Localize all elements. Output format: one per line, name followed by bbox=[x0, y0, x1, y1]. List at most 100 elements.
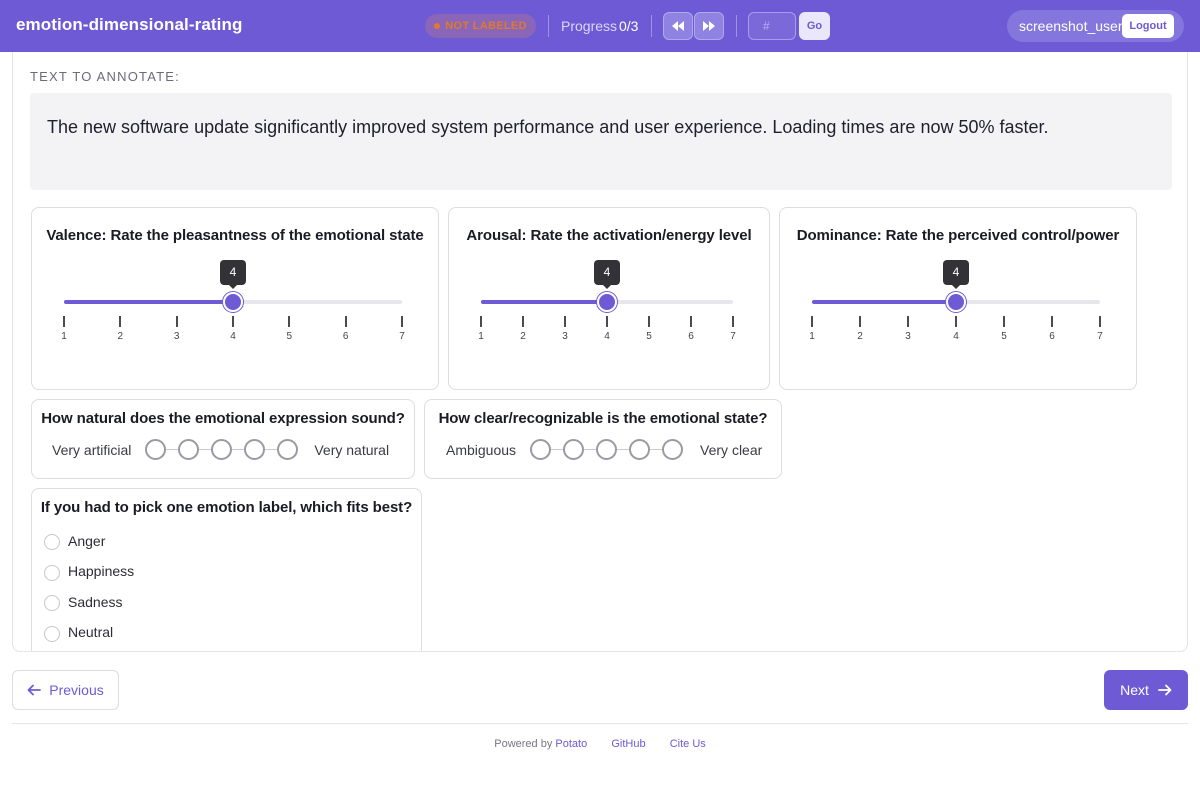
radio-label: Anger bbox=[68, 532, 106, 549]
dominance-title: Dominance: Rate the perceived control/po… bbox=[796, 227, 1120, 244]
naturalness-likert: Very artificial Very natural bbox=[52, 439, 389, 460]
slider-tick bbox=[119, 316, 122, 327]
status-badge: NOT LABELED bbox=[425, 14, 536, 38]
slider-value-tooltip: 4 bbox=[594, 260, 620, 289]
arousal-scheme: Arousal: Rate the activation/energy leve… bbox=[448, 207, 770, 390]
slider-fill bbox=[481, 300, 607, 304]
slider-tick bbox=[648, 316, 650, 327]
radio-circle[interactable] bbox=[44, 564, 60, 581]
likert-connector bbox=[166, 449, 179, 450]
logout-button[interactable]: Logout bbox=[1122, 14, 1174, 38]
slider-tick bbox=[480, 316, 482, 327]
likert-connector bbox=[265, 449, 278, 450]
emotion-label-scheme: If you had to pick one emotion label, wh… bbox=[31, 488, 422, 651]
slider-tick bbox=[564, 316, 566, 327]
slider-thumb[interactable] bbox=[946, 292, 966, 312]
radio-circle[interactable] bbox=[44, 595, 60, 611]
radio-circle[interactable] bbox=[44, 625, 60, 642]
likert-option-2[interactable] bbox=[563, 439, 585, 460]
likert-connector bbox=[232, 449, 245, 450]
github-link[interactable]: GitHub bbox=[611, 738, 645, 750]
text-section-label: TEXT TO ANNOTATE: bbox=[30, 69, 180, 84]
slider-value-tooltip: 4 bbox=[220, 260, 246, 289]
user-pill: screenshot_user Logout bbox=[1007, 10, 1184, 42]
arousal-title: Arousal: Rate the activation/energy leve… bbox=[466, 227, 752, 244]
arrow-left-icon bbox=[27, 684, 42, 696]
slider-tick bbox=[232, 316, 234, 327]
radio-option-happiness[interactable]: Happiness bbox=[44, 562, 134, 581]
slider-tick-label: 3 bbox=[562, 331, 568, 342]
slider-tick-label: 6 bbox=[1049, 331, 1055, 342]
slider-tick-label: 5 bbox=[286, 331, 293, 342]
clarity-scheme: How clear/recognizable is the emotional … bbox=[424, 399, 782, 479]
naturalness-scheme: How natural does the emotional expressio… bbox=[31, 399, 415, 479]
likert-min-label: Very artificial bbox=[52, 441, 132, 458]
likert-option-1[interactable] bbox=[530, 439, 552, 460]
slider-tick-label: 7 bbox=[730, 331, 736, 342]
radio-option-sadness[interactable]: Sadness bbox=[44, 592, 122, 611]
slider-tick bbox=[1099, 316, 1101, 327]
slider-tick-label: 2 bbox=[117, 331, 124, 342]
slider-thumb[interactable] bbox=[223, 292, 243, 312]
go-button[interactable]: Go bbox=[799, 12, 830, 40]
clarity-likert: Ambiguous Very clear bbox=[446, 439, 762, 460]
likert-option-3[interactable] bbox=[211, 439, 233, 460]
next-button[interactable]: Next bbox=[1104, 670, 1188, 710]
progress-value: 0/3 bbox=[619, 18, 639, 34]
slider-tick bbox=[344, 316, 347, 327]
radio-label: Neutral bbox=[68, 624, 114, 640]
slider-tick-label: 1 bbox=[61, 331, 67, 342]
slider-tick bbox=[63, 316, 65, 327]
likert-option-4[interactable] bbox=[629, 439, 651, 460]
arrow-right-icon bbox=[1157, 684, 1172, 696]
next-instance-button[interactable] bbox=[694, 12, 724, 40]
likert-option-3[interactable] bbox=[596, 439, 618, 460]
previous-button[interactable]: Previous bbox=[12, 670, 119, 710]
radio-option-anger[interactable]: Anger bbox=[44, 531, 105, 550]
dominance-scheme: Dominance: Rate the perceived control/po… bbox=[779, 207, 1137, 390]
likert-option-5[interactable] bbox=[277, 439, 299, 460]
previous-instance-button[interactable] bbox=[663, 12, 693, 40]
likert-option-1[interactable] bbox=[145, 439, 167, 460]
slider-tick-label: 7 bbox=[1097, 331, 1103, 342]
slider-tick bbox=[732, 316, 734, 327]
previous-label: Previous bbox=[49, 682, 104, 698]
slider-tick-label: 6 bbox=[688, 331, 694, 342]
slider-tick bbox=[690, 316, 692, 327]
radio-label: Happiness bbox=[68, 563, 135, 579]
valence-title: Valence: Rate the pleasantness of the em… bbox=[46, 227, 424, 244]
valence-scheme: Valence: Rate the pleasantness of the em… bbox=[31, 207, 439, 390]
cite-us-link[interactable]: Cite Us bbox=[670, 738, 706, 750]
likert-option-5[interactable] bbox=[662, 439, 684, 460]
slider-tick bbox=[606, 316, 608, 327]
powered-by-text: Powered by bbox=[494, 738, 553, 750]
slider-tick-label: 2 bbox=[857, 331, 863, 342]
slider-tick bbox=[522, 316, 524, 327]
slider-fill bbox=[64, 300, 233, 304]
jump-to-instance-input[interactable] bbox=[748, 12, 796, 40]
likert-option-2[interactable] bbox=[178, 439, 200, 460]
likert-connector bbox=[551, 449, 564, 450]
radio-circle[interactable] bbox=[44, 534, 60, 550]
likert-option-4[interactable] bbox=[244, 439, 266, 460]
slider-tick-label: 7 bbox=[399, 331, 405, 342]
slider-tick-label: 1 bbox=[478, 331, 484, 342]
slider-tick-label: 5 bbox=[1001, 331, 1007, 342]
slider-tick bbox=[955, 316, 957, 327]
potato-link[interactable]: Potato bbox=[555, 738, 587, 750]
app-title: emotion-dimensional-rating bbox=[16, 15, 243, 34]
slider-tick-label: 4 bbox=[604, 331, 610, 342]
slider-thumb[interactable] bbox=[597, 292, 617, 312]
slider-tick-label: 3 bbox=[905, 331, 911, 342]
likert-min-label: Ambiguous bbox=[446, 441, 517, 458]
emotion-label-title: If you had to pick one emotion label, wh… bbox=[40, 499, 413, 516]
next-label: Next bbox=[1120, 682, 1149, 698]
slider-tick-label: 3 bbox=[173, 331, 180, 342]
slider-fill bbox=[812, 300, 956, 304]
slider-tick-label: 5 bbox=[646, 331, 652, 342]
radio-option-neutral[interactable]: Neutral bbox=[44, 623, 113, 642]
progress-label: Progress bbox=[561, 18, 618, 34]
slider-tick-label: 6 bbox=[342, 331, 349, 342]
slider-tick bbox=[175, 316, 178, 327]
status-badge-label: NOT LABELED bbox=[445, 20, 527, 32]
